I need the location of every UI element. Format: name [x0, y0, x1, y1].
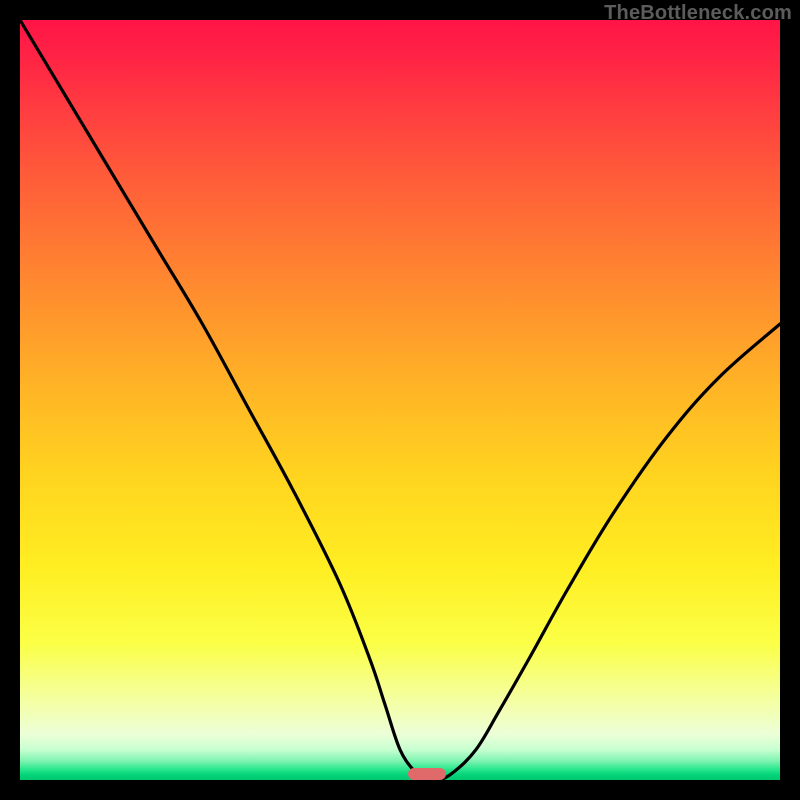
curve-layer: [20, 20, 780, 780]
plot-area: [20, 20, 780, 780]
bottleneck-curve: [20, 20, 780, 780]
minimum-marker: [408, 768, 446, 780]
chart-frame: TheBottleneck.com: [0, 0, 800, 800]
watermark-text: TheBottleneck.com: [604, 2, 792, 25]
